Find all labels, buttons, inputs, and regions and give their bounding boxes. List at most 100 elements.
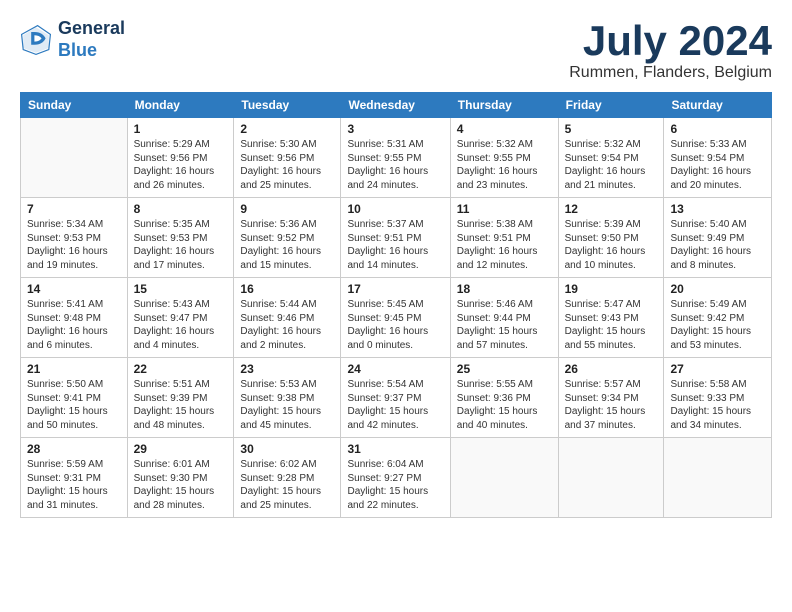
day-number: 27 [670, 362, 765, 376]
table-row: 25 Sunrise: 5:55 AMSunset: 9:36 PMDayligh… [450, 358, 558, 438]
calendar-table: Sunday Monday Tuesday Wednesday Thursday… [20, 92, 772, 518]
day-info: Sunrise: 5:35 AMSunset: 9:53 PMDaylight:… [134, 218, 228, 272]
day-number: 21 [27, 362, 121, 376]
day-info: Sunrise: 5:32 AMSunset: 9:55 PMDaylight:… [457, 138, 552, 192]
table-row: 9 Sunrise: 5:36 AMSunset: 9:52 PMDaylight… [234, 198, 341, 278]
day-number: 30 [240, 442, 334, 456]
calendar-week-row: 28 Sunrise: 5:59 AMSunset: 9:31 PMDayligh… [21, 438, 772, 518]
day-number: 28 [27, 442, 121, 456]
table-row: 17 Sunrise: 5:45 AMSunset: 9:45 PMDayligh… [341, 278, 450, 358]
table-row: 8Sunrise: 5:35 AMSunset: 9:53 PMDaylight… [127, 198, 234, 278]
day-info: Sunrise: 5:45 AMSunset: 9:45 PMDaylight:… [347, 298, 443, 352]
day-number: 20 [670, 282, 765, 296]
day-info: Sunrise: 6:01 AMSunset: 9:30 PMDaylight:… [134, 458, 228, 512]
day-number: 3 [347, 122, 443, 136]
day-number: 9 [240, 202, 334, 216]
table-row [21, 118, 128, 198]
col-tuesday: Tuesday [234, 93, 341, 118]
day-info: Sunrise: 5:49 AMSunset: 9:42 PMDaylight:… [670, 298, 765, 352]
table-row: 3 Sunrise: 5:31 AMSunset: 9:55 PMDaylight… [341, 118, 450, 198]
day-number: 6 [670, 122, 765, 136]
table-row [450, 438, 558, 518]
day-info: Sunrise: 5:37 AMSunset: 9:51 PMDaylight:… [347, 218, 443, 272]
day-info: Sunrise: 5:55 AMSunset: 9:36 PMDaylight:… [457, 378, 552, 432]
day-info: Sunrise: 5:47 AMSunset: 9:43 PMDaylight:… [565, 298, 658, 352]
table-row: 23 Sunrise: 5:53 AMSunset: 9:38 PMDayligh… [234, 358, 341, 438]
header: General Blue July 2024 Rummen, Flanders,… [20, 18, 772, 82]
day-number: 5 [565, 122, 658, 136]
table-row: 22Sunrise: 5:51 AMSunset: 9:39 PMDayligh… [127, 358, 234, 438]
day-number: 15 [134, 282, 228, 296]
day-info: Sunrise: 6:02 AMSunset: 9:28 PMDaylight:… [240, 458, 334, 512]
day-number: 23 [240, 362, 334, 376]
table-row: 1 Sunrise: 5:29 AMSunset: 9:56 PMDaylight… [127, 118, 234, 198]
table-row: 4 Sunrise: 5:32 AMSunset: 9:55 PMDaylight… [450, 118, 558, 198]
calendar-week-row: 7 Sunrise: 5:34 AMSunset: 9:53 PMDaylight… [21, 198, 772, 278]
day-info: Sunrise: 5:53 AMSunset: 9:38 PMDaylight:… [240, 378, 334, 432]
table-row: 14 Sunrise: 5:41 AMSunset: 9:48 PMDayligh… [21, 278, 128, 358]
logo-line1: General [58, 18, 125, 40]
logo-icon [20, 24, 52, 56]
table-row: 16 Sunrise: 5:44 AMSunset: 9:46 PMDayligh… [234, 278, 341, 358]
day-number: 11 [457, 202, 552, 216]
day-info: Sunrise: 5:43 AMSunset: 9:47 PMDaylight:… [134, 298, 228, 352]
col-sunday: Sunday [21, 93, 128, 118]
table-row: 2Sunrise: 5:30 AMSunset: 9:56 PMDaylight… [234, 118, 341, 198]
day-info: Sunrise: 5:29 AMSunset: 9:56 PMDaylight:… [134, 138, 228, 192]
table-row: 11 Sunrise: 5:38 AMSunset: 9:51 PMDayligh… [450, 198, 558, 278]
table-row: 20 Sunrise: 5:49 AMSunset: 9:42 PMDayligh… [664, 278, 772, 358]
page-container: General Blue July 2024 Rummen, Flanders,… [0, 0, 792, 528]
location: Rummen, Flanders, Belgium [569, 64, 772, 82]
day-info: Sunrise: 5:58 AMSunset: 9:33 PMDaylight:… [670, 378, 765, 432]
day-number: 17 [347, 282, 443, 296]
day-info: Sunrise: 5:40 AMSunset: 9:49 PMDaylight:… [670, 218, 765, 272]
table-row: 27 Sunrise: 5:58 AMSunset: 9:33 PMDayligh… [664, 358, 772, 438]
table-row: 13Sunrise: 5:40 AMSunset: 9:49 PMDayligh… [664, 198, 772, 278]
logo-text: General Blue [58, 18, 125, 61]
day-number: 24 [347, 362, 443, 376]
col-saturday: Saturday [664, 93, 772, 118]
table-row: 10 Sunrise: 5:37 AMSunset: 9:51 PMDayligh… [341, 198, 450, 278]
day-info: Sunrise: 5:50 AMSunset: 9:41 PMDaylight:… [27, 378, 121, 432]
day-number: 10 [347, 202, 443, 216]
day-info: Sunrise: 5:44 AMSunset: 9:46 PMDaylight:… [240, 298, 334, 352]
table-row: 15 Sunrise: 5:43 AMSunset: 9:47 PMDayligh… [127, 278, 234, 358]
calendar-header-row: Sunday Monday Tuesday Wednesday Thursday… [21, 93, 772, 118]
col-friday: Friday [558, 93, 664, 118]
table-row [664, 438, 772, 518]
day-number: 29 [134, 442, 228, 456]
day-info: Sunrise: 5:41 AMSunset: 9:48 PMDaylight:… [27, 298, 121, 352]
table-row [558, 438, 664, 518]
day-info: Sunrise: 5:36 AMSunset: 9:52 PMDaylight:… [240, 218, 334, 272]
day-number: 14 [27, 282, 121, 296]
day-info: Sunrise: 5:59 AMSunset: 9:31 PMDaylight:… [27, 458, 121, 512]
day-info: Sunrise: 5:38 AMSunset: 9:51 PMDaylight:… [457, 218, 552, 272]
table-row: 12Sunrise: 5:39 AMSunset: 9:50 PMDayligh… [558, 198, 664, 278]
day-number: 25 [457, 362, 552, 376]
day-info: Sunrise: 5:31 AMSunset: 9:55 PMDaylight:… [347, 138, 443, 192]
table-row: 28 Sunrise: 5:59 AMSunset: 9:31 PMDayligh… [21, 438, 128, 518]
day-number: 31 [347, 442, 443, 456]
day-number: 26 [565, 362, 658, 376]
table-row: 26 Sunrise: 5:57 AMSunset: 9:34 PMDayligh… [558, 358, 664, 438]
table-row: 21 Sunrise: 5:50 AMSunset: 9:41 PMDayligh… [21, 358, 128, 438]
day-number: 7 [27, 202, 121, 216]
day-info: Sunrise: 5:54 AMSunset: 9:37 PMDaylight:… [347, 378, 443, 432]
table-row: 18Sunrise: 5:46 AMSunset: 9:44 PMDayligh… [450, 278, 558, 358]
table-row: 7 Sunrise: 5:34 AMSunset: 9:53 PMDaylight… [21, 198, 128, 278]
calendar-body: 1 Sunrise: 5:29 AMSunset: 9:56 PMDaylight… [21, 118, 772, 518]
table-row: 31 Sunrise: 6:04 AMSunset: 9:27 PMDayligh… [341, 438, 450, 518]
day-number: 2 [240, 122, 334, 136]
day-info: Sunrise: 6:04 AMSunset: 9:27 PMDaylight:… [347, 458, 443, 512]
day-number: 1 [134, 122, 228, 136]
day-info: Sunrise: 5:57 AMSunset: 9:34 PMDaylight:… [565, 378, 658, 432]
table-row: 5 Sunrise: 5:32 AMSunset: 9:54 PMDaylight… [558, 118, 664, 198]
day-number: 16 [240, 282, 334, 296]
calendar-week-row: 21 Sunrise: 5:50 AMSunset: 9:41 PMDayligh… [21, 358, 772, 438]
table-row: 24 Sunrise: 5:54 AMSunset: 9:37 PMDayligh… [341, 358, 450, 438]
col-monday: Monday [127, 93, 234, 118]
calendar-week-row: 14 Sunrise: 5:41 AMSunset: 9:48 PMDayligh… [21, 278, 772, 358]
day-info: Sunrise: 5:34 AMSunset: 9:53 PMDaylight:… [27, 218, 121, 272]
day-info: Sunrise: 5:32 AMSunset: 9:54 PMDaylight:… [565, 138, 658, 192]
day-number: 4 [457, 122, 552, 136]
